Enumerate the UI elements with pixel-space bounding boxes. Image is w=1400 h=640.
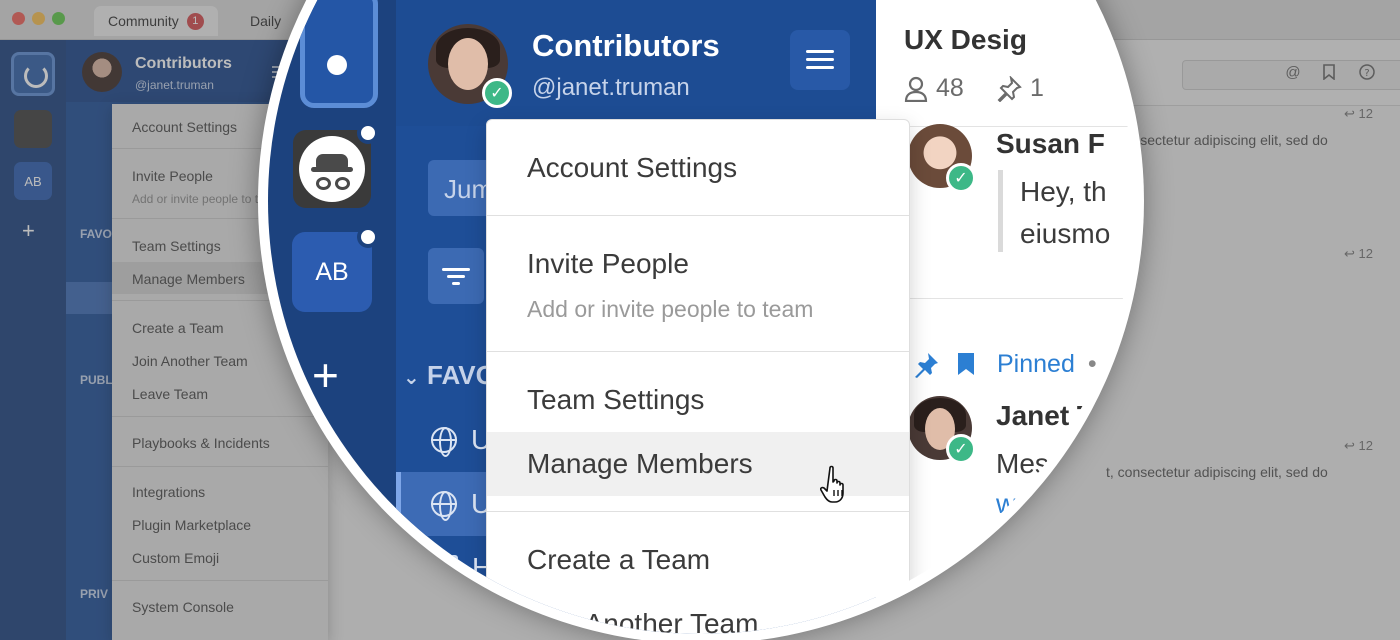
menu-item-join-team[interactable]: Join Another Team [527, 608, 758, 634]
screenshot-stage: Community 1 Daily + AB + Contributors @j… [0, 0, 1400, 640]
saved-label: Sa [1109, 350, 1134, 378]
menu-item-team-settings[interactable]: Team Settings [527, 384, 704, 416]
post-text: Hey, th [1020, 176, 1107, 207]
incognito-glass [316, 177, 331, 190]
filter-icon [452, 282, 460, 285]
menu-divider [487, 351, 909, 352]
unread-dot-icon [357, 122, 379, 144]
username: @janet.truman [532, 74, 690, 101]
file-icon [1027, 564, 1053, 606]
hamburger-icon [806, 58, 834, 61]
post-text: Message [996, 448, 1110, 479]
menu-item-invite-people[interactable]: Invite People [527, 248, 689, 280]
incognito-team-button[interactable] [293, 130, 371, 208]
sidebar-channel-item[interactable]: U [396, 408, 496, 472]
globe-icon [431, 427, 457, 457]
dm-count-badge: 2 [431, 554, 458, 582]
pinned-count: 1 [1030, 74, 1044, 102]
online-status-icon: ✓ [482, 78, 512, 108]
mattermost-logo-icon[interactable] [300, 0, 378, 108]
team-name: Contributors [532, 28, 720, 63]
online-status-icon: ✓ [946, 434, 976, 464]
pin-icon [915, 353, 938, 378]
hand-pointer-icon [820, 465, 844, 503]
menu-item-create-team[interactable]: Create a Team [527, 544, 710, 576]
hamburger-icon [806, 50, 834, 53]
file-attachment[interactable] [997, 540, 1134, 634]
incognito-icon [299, 136, 365, 202]
post-link[interactable]: www.s [996, 488, 1077, 520]
menu-divider [487, 511, 909, 512]
member-count-button[interactable]: 48 [904, 74, 964, 103]
member-icon [904, 76, 928, 102]
filter-icon [442, 268, 470, 271]
avatar-face [448, 38, 488, 90]
pin-icon [997, 75, 1022, 102]
quote-bar [998, 170, 1003, 252]
menu-item-account-settings[interactable]: Account Settings [527, 152, 737, 184]
globe-icon [431, 491, 457, 521]
post-divider [876, 298, 1134, 299]
sidebar-dm-item[interactable]: 2 H [396, 536, 496, 600]
main-menu-dropdown: Account Settings Invite People Add or in… [486, 119, 910, 634]
post-author[interactable]: Susan F [996, 128, 1105, 160]
pinned-count-button[interactable]: 1 [996, 74, 1044, 103]
filter-icon [447, 275, 465, 278]
favorites-category-header[interactable]: ⌄ FAVO [403, 360, 496, 391]
channel-title[interactable]: UX Desig [904, 24, 1027, 56]
menu-divider [487, 215, 909, 216]
post-author[interactable]: Janet Tru [996, 400, 1120, 432]
member-count: 48 [936, 74, 964, 102]
header-divider [876, 126, 1134, 127]
bookmark-icon [958, 353, 974, 375]
pinned-label: Pinned [997, 350, 1075, 378]
hamburger-icon [806, 66, 834, 69]
online-status-icon: ✓ [946, 163, 976, 193]
sidebar-channel-item-selected[interactable]: U [396, 472, 496, 536]
incognito-brim [311, 167, 353, 172]
menu-item-sublabel: Add or invite people to team [527, 296, 814, 322]
hamburger-menu-button[interactable] [790, 30, 850, 90]
magnified-view: AB + ✓ Contributors @janet.truman Jum ⌄ … [268, 0, 1134, 634]
unread-dot-icon [357, 226, 379, 248]
chevron-down-icon: ⌄ [403, 367, 420, 389]
magnifier-lens: AB + ✓ Contributors @janet.truman Jum ⌄ … [268, 0, 1134, 634]
add-team-button[interactable]: + [312, 352, 339, 398]
post-text: eiusmo [1020, 218, 1111, 249]
incognito-glass [335, 177, 350, 190]
menu-item-manage-members[interactable]: Manage Members [527, 448, 753, 480]
incognito-hat [316, 154, 348, 168]
filter-button[interactable] [428, 248, 484, 304]
pinned-saved-label: Pinned • Sa [997, 350, 1134, 379]
